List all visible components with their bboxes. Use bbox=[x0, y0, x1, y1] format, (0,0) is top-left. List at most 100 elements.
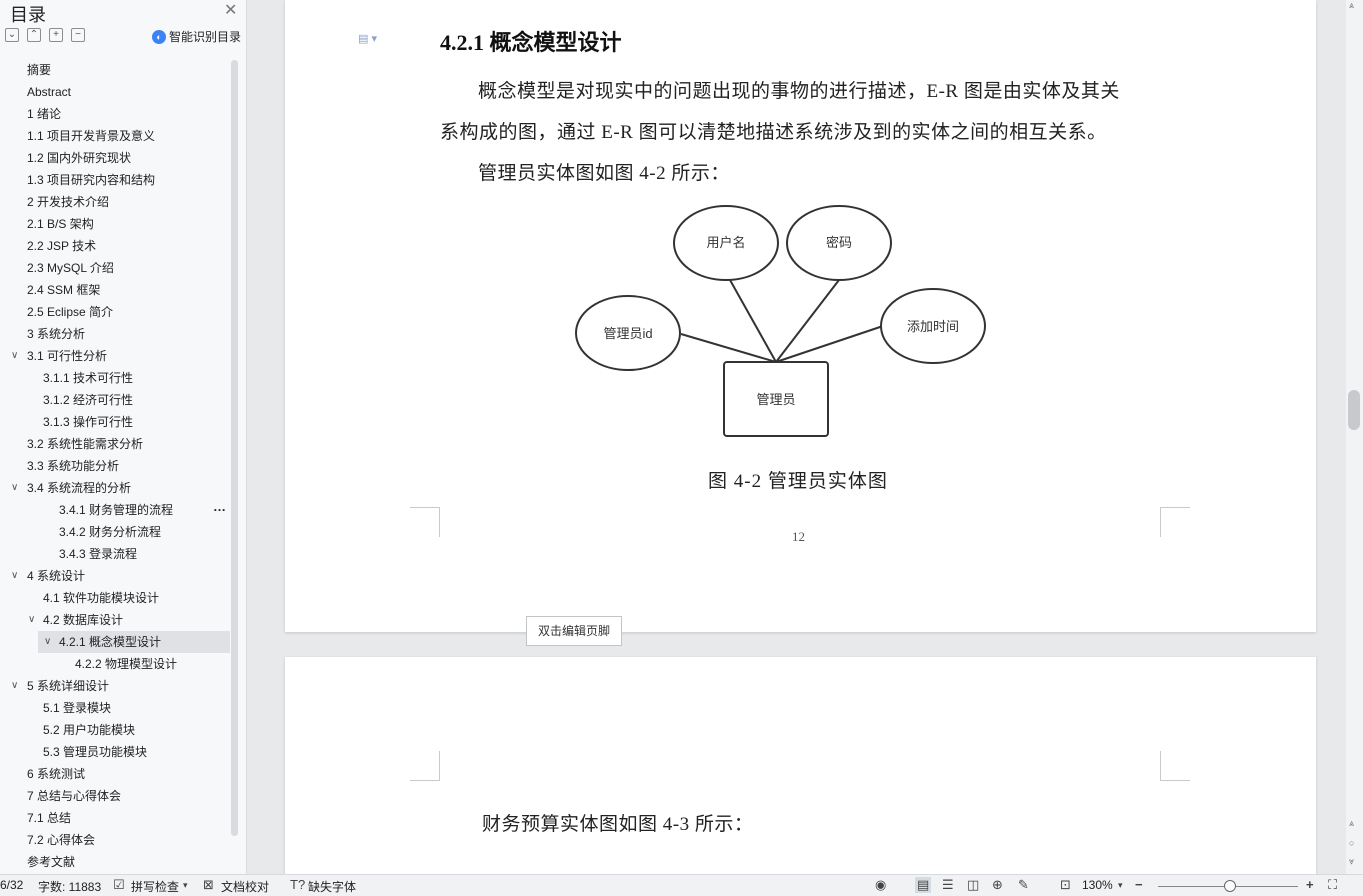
more-icon[interactable]: … bbox=[213, 496, 226, 518]
toc-item[interactable]: 3.1.2 经济可行性 bbox=[0, 389, 230, 411]
vertical-scrollbar[interactable]: ⩓ ⩓ ○ ⩔ bbox=[1346, 0, 1363, 874]
toc-item[interactable]: 2.3 MySQL 介绍 bbox=[0, 257, 230, 279]
toc-list: 摘要 Abstract 1 绪论 1.1 项目开发背景及意义 1.2 国内外研究… bbox=[0, 59, 230, 873]
spell-check-button[interactable]: 拼写检查 bbox=[131, 878, 179, 895]
toc-item[interactable]: 5.2 用户功能模块 bbox=[0, 719, 230, 741]
margin-mark bbox=[1160, 751, 1190, 781]
document-page[interactable]: ▤ ▾ 4.2.1 概念模型设计 概念模型是对现实中的问题出现的事物的进行描述，… bbox=[285, 0, 1316, 632]
toc-item[interactable]: 3.1.1 技术可行性 bbox=[0, 367, 230, 389]
missing-font-icon[interactable]: T? bbox=[290, 877, 305, 892]
scrollbar-thumb[interactable] bbox=[1348, 390, 1360, 430]
zoom-in-icon[interactable]: + bbox=[1306, 877, 1314, 892]
next-page-icon[interactable]: ⩔ bbox=[1349, 856, 1354, 867]
scroll-up-icon[interactable]: ⩓ bbox=[1349, 0, 1354, 11]
toc-item[interactable]: ∨ 3.4 系统流程的分析 bbox=[0, 477, 230, 499]
toc-item[interactable]: 2.5 Eclipse 简介 bbox=[0, 301, 230, 323]
expand-all-icon[interactable]: ⌄ bbox=[5, 28, 19, 42]
toc-item[interactable]: 3.4.3 登录流程 bbox=[0, 543, 230, 565]
toc-item[interactable]: 4.2.2 物理模型设计 bbox=[0, 653, 230, 675]
collapse-all-icon[interactable]: ⌃ bbox=[27, 28, 41, 42]
outline-view-icon[interactable]: ☰ bbox=[942, 877, 954, 893]
fit-page-icon[interactable]: ⊡ bbox=[1060, 877, 1071, 893]
paragraph-line: 财务预算实体图如图 4-3 所示： bbox=[482, 814, 754, 835]
toc-item[interactable]: 3 系统分析 bbox=[0, 323, 230, 345]
toc-item[interactable]: ∨ 3.1 可行性分析 bbox=[0, 345, 230, 367]
toc-item[interactable]: 参考文献 bbox=[0, 851, 230, 873]
toc-title: 目录 bbox=[10, 5, 46, 25]
prev-page-icon[interactable]: ⩓ bbox=[1349, 818, 1354, 829]
section-heading: 4.2.1 概念模型设计 bbox=[440, 30, 622, 55]
add-heading-icon[interactable]: + bbox=[49, 28, 63, 42]
checkbox-icon[interactable]: ☑ bbox=[113, 877, 125, 893]
toc-item[interactable]: 3.2 系统性能需求分析 bbox=[0, 433, 230, 455]
document-page[interactable]: 财务预算实体图如图 4-3 所示： bbox=[285, 657, 1316, 874]
toc-item[interactable]: Abstract bbox=[0, 81, 230, 103]
toc-item[interactable]: 2.4 SSM 框架 bbox=[0, 279, 230, 301]
toc-item[interactable]: 7 总结与心得体会 bbox=[0, 785, 230, 807]
attribute-label: 添加时间 bbox=[907, 319, 959, 334]
toc-item[interactable]: 2.1 B/S 架构 bbox=[0, 213, 230, 235]
close-icon[interactable]: ✕ bbox=[224, 0, 237, 20]
pen-icon[interactable]: ✎ bbox=[1018, 877, 1029, 893]
toc-item[interactable]: 3.4.2 财务分析流程 bbox=[0, 521, 230, 543]
chevron-down-icon[interactable]: ▾ bbox=[1118, 880, 1123, 891]
chevron-down-icon[interactable]: ∨ bbox=[11, 345, 18, 367]
toc-item[interactable]: 1.2 国内外研究现状 bbox=[0, 147, 230, 169]
toc-item[interactable]: 6 系统测试 bbox=[0, 763, 230, 785]
select-browse-icon[interactable]: ○ bbox=[1349, 838, 1354, 848]
edit-footer-tooltip[interactable]: 双击编辑页脚 bbox=[526, 616, 622, 646]
toc-item[interactable]: ∨ 4.2 数据库设计 bbox=[0, 609, 230, 631]
zoom-slider-handle[interactable] bbox=[1224, 880, 1236, 892]
toc-item[interactable]: ∨ 4 系统设计 bbox=[0, 565, 230, 587]
toc-item[interactable]: 7.2 心得体会 bbox=[0, 829, 230, 851]
toc-item[interactable]: 5.1 登录模块 bbox=[0, 697, 230, 719]
toc-item[interactable]: 1.3 项目研究内容和结构 bbox=[0, 169, 230, 191]
web-view-icon[interactable]: ⊕ bbox=[992, 877, 1003, 893]
chevron-down-icon[interactable]: ∨ bbox=[11, 477, 18, 499]
chevron-down-icon[interactable]: ∨ bbox=[28, 609, 35, 631]
toc-scrollbar[interactable] bbox=[231, 60, 238, 836]
paragraph-line: 概念模型是对现实中的问题出现的事物的进行描述，E-R 图是由实体及其关 bbox=[478, 81, 1120, 102]
toc-item[interactable]: 3.4.1 财务管理的流程… bbox=[0, 499, 230, 521]
page-indicator[interactable]: 6/32 bbox=[0, 878, 23, 892]
figure-caption: 图 4-2 管理员实体图 bbox=[708, 471, 888, 492]
page-view-icon[interactable]: ▤ bbox=[915, 877, 932, 893]
smart-toc-button[interactable]: ◐ 智能识别目录 bbox=[152, 28, 241, 45]
toc-toolbar: ⌄ ⌃ + − bbox=[5, 28, 85, 44]
toc-item[interactable]: 1 绪论 bbox=[0, 103, 230, 125]
smart-toc-icon: ◐ bbox=[152, 29, 166, 44]
doc-proof-button[interactable]: 文档校对 bbox=[221, 878, 269, 895]
toc-item[interactable]: 2.2 JSP 技术 bbox=[0, 235, 230, 257]
proofread-icon[interactable]: ⊠ bbox=[203, 877, 214, 893]
missing-font-button[interactable]: 缺失字体 bbox=[308, 878, 356, 895]
toc-item[interactable]: 3.1.3 操作可行性 bbox=[0, 411, 230, 433]
toc-item[interactable]: 5.3 管理员功能模块 bbox=[0, 741, 230, 763]
chevron-down-icon[interactable]: ∨ bbox=[11, 675, 18, 697]
paragraph-line: 系构成的图，通过 E-R 图可以清楚地描述系统涉及到的实体之间的相互关系。 bbox=[440, 122, 1107, 143]
zoom-level[interactable]: 130% bbox=[1082, 878, 1113, 892]
toc-item[interactable]: 3.3 系统功能分析 bbox=[0, 455, 230, 477]
reading-view-icon[interactable]: ◫ bbox=[967, 877, 979, 893]
remove-heading-icon[interactable]: − bbox=[71, 28, 85, 42]
toc-item[interactable]: 4.1 软件功能模块设计 bbox=[0, 587, 230, 609]
toc-item[interactable]: ∨ 5 系统详细设计 bbox=[0, 675, 230, 697]
paragraph-menu-icon[interactable]: ▤ ▾ bbox=[358, 32, 377, 45]
entity-label: 管理员 bbox=[756, 392, 795, 407]
attribute-label: 管理员id bbox=[603, 326, 652, 341]
chevron-down-icon[interactable]: ▾ bbox=[183, 880, 188, 891]
margin-mark bbox=[410, 507, 440, 537]
word-count[interactable]: 字数: 11883 bbox=[38, 878, 101, 895]
margin-mark bbox=[410, 751, 440, 781]
eye-protection-icon[interactable]: ◉ bbox=[875, 877, 886, 893]
chevron-down-icon[interactable]: ∨ bbox=[44, 631, 51, 653]
toc-item-active[interactable]: ∨ 4.2.1 概念模型设计 bbox=[38, 631, 230, 653]
zoom-out-icon[interactable]: − bbox=[1135, 877, 1143, 892]
toc-item[interactable]: 摘要 bbox=[0, 59, 230, 81]
toc-panel: 目录 ✕ ⌄ ⌃ + − ◐ 智能识别目录 摘要 Abstract 1 绪论 1… bbox=[0, 0, 247, 874]
fullscreen-icon[interactable]: ⛶ bbox=[1328, 877, 1337, 893]
toc-item[interactable]: 2 开发技术介绍 bbox=[0, 191, 230, 213]
chevron-down-icon[interactable]: ∨ bbox=[11, 565, 18, 587]
margin-mark bbox=[439, 507, 469, 537]
toc-item[interactable]: 1.1 项目开发背景及意义 bbox=[0, 125, 230, 147]
toc-item[interactable]: 7.1 总结 bbox=[0, 807, 230, 829]
